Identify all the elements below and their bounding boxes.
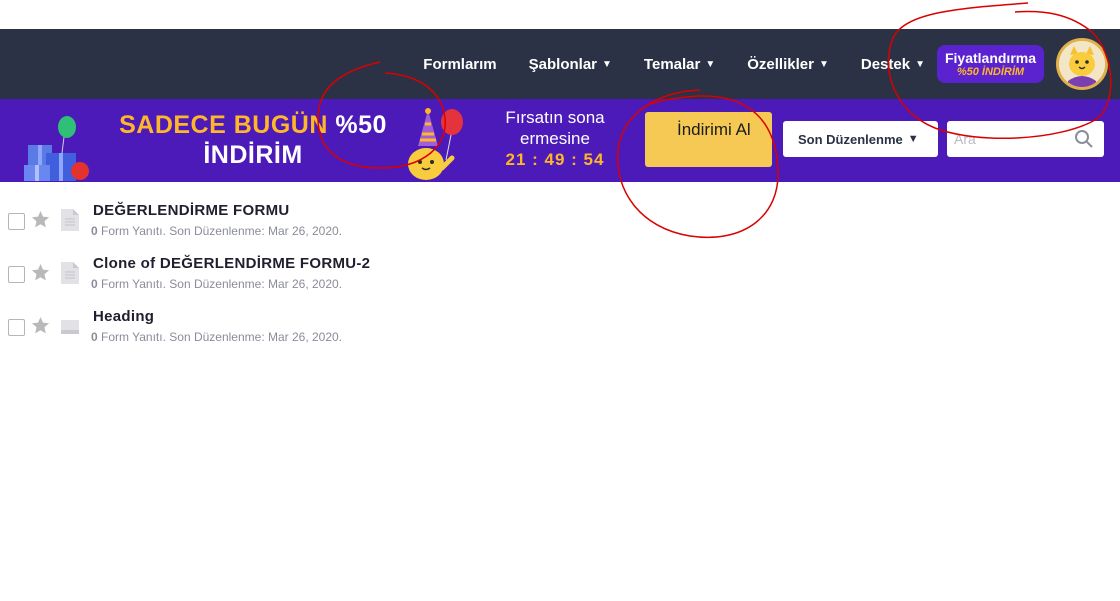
nav-formlarim[interactable]: Formlarım [423, 56, 496, 73]
promo-headline-text: SADECE BUGÜN [119, 111, 336, 139]
search-input[interactable] [954, 124, 1074, 154]
response-count: 0 [91, 330, 98, 344]
star-icon[interactable] [31, 316, 50, 340]
gifts-icon [22, 113, 92, 188]
select-checkbox[interactable] [8, 213, 25, 230]
nav-ozellikler[interactable]: Özellikler ▼ [747, 56, 829, 73]
pricing-discount: %50 İNDİRİM [956, 66, 1025, 78]
star-icon[interactable] [31, 210, 50, 234]
caret-down-icon: ▼ [818, 58, 829, 70]
search-box [947, 121, 1104, 157]
top-navigation: Formlarım Şablonlar ▼ Temalar ▼ Özellikl… [0, 29, 1120, 99]
form-title[interactable]: Heading [93, 308, 154, 325]
document-icon [60, 261, 80, 290]
search-icon[interactable] [1074, 129, 1094, 154]
star-icon[interactable] [31, 263, 50, 287]
party-cat-icon [402, 108, 468, 187]
nav-sablonlar[interactable]: Şablonlar ▼ [529, 56, 612, 73]
nav-temalar[interactable]: Temalar ▼ [644, 56, 715, 73]
form-meta: 0 Form Yanıtı. Son Düzenlenme: Mar 26, 2… [91, 277, 342, 291]
form-meta-text: Form Yanıtı. Son Düzenlenme: Mar 26, 202… [97, 224, 343, 238]
form-meta-text: Form Yanıtı. Son Düzenlenme: Mar 26, 202… [97, 330, 343, 344]
card-form-icon [60, 314, 80, 343]
promo-percent: %50 [335, 111, 387, 139]
promo-headline: SADECE BUGÜN %50 İNDİRİM [113, 110, 393, 170]
caret-down-icon: ▼ [907, 133, 919, 145]
sort-label: Son Düzenlenme [798, 131, 903, 147]
list-item[interactable]: DEĞERLENDİRME FORMU 0 Form Yanıtı. Son D… [0, 196, 700, 249]
form-title[interactable]: Clone of DEĞERLENDİRME FORMU-2 [93, 255, 370, 272]
cat-avatar-icon[interactable] [1056, 38, 1108, 90]
form-meta-text: Form Yanıtı. Son Düzenlenme: Mar 26, 202… [97, 277, 343, 291]
form-meta: 0 Form Yanıtı. Son Düzenlenme: Mar 26, 2… [91, 224, 342, 238]
promo-banner: SADECE BUGÜN %50 İNDİRİM Fırsatın sona e… [0, 99, 1120, 182]
countdown: Fırsatın sona ermesine 21 : 49 : 54 [492, 107, 618, 170]
nav-destek[interactable]: Destek ▼ [861, 56, 925, 73]
caret-down-icon: ▼ [602, 58, 612, 70]
nav-label: Şablonlar [528, 55, 598, 73]
select-checkbox[interactable] [8, 319, 25, 336]
nav-label: Temalar [643, 55, 701, 73]
countdown-label: Fırsatın sona ermesine [505, 108, 605, 148]
pricing-button[interactable]: Fiyatlandırma %50 İNDİRİM [936, 45, 1044, 83]
nav-label: Formlarım [423, 55, 497, 73]
form-title[interactable]: DEĞERLENDİRME FORMU [93, 202, 290, 219]
form-meta: 0 Form Yanıtı. Son Düzenlenme: Mar 26, 2… [91, 330, 342, 344]
list-item[interactable]: Clone of DEĞERLENDİRME FORMU-2 0 Form Ya… [0, 249, 700, 302]
select-checkbox[interactable] [8, 266, 25, 283]
list-item[interactable]: Heading 0 Form Yanıtı. Son Düzenlenme: M… [0, 302, 700, 355]
promo-headline-line2: İNDİRİM [203, 141, 303, 169]
countdown-timer: 21 : 49 : 54 [505, 150, 605, 169]
get-discount-button[interactable]: İndirimi Al [645, 112, 772, 167]
response-count: 0 [91, 224, 98, 238]
pricing-title: Fiyatlandırma [944, 50, 1036, 66]
caret-down-icon: ▼ [705, 58, 716, 70]
document-icon [60, 208, 80, 237]
nav-label: Destek [860, 55, 911, 73]
sort-dropdown[interactable]: Son Düzenlenme ▼ [783, 121, 938, 157]
caret-down-icon: ▼ [915, 58, 925, 70]
form-list: DEĞERLENDİRME FORMU 0 Form Yanıtı. Son D… [0, 196, 700, 355]
response-count: 0 [91, 277, 98, 291]
nav-label: Özellikler [747, 55, 814, 73]
